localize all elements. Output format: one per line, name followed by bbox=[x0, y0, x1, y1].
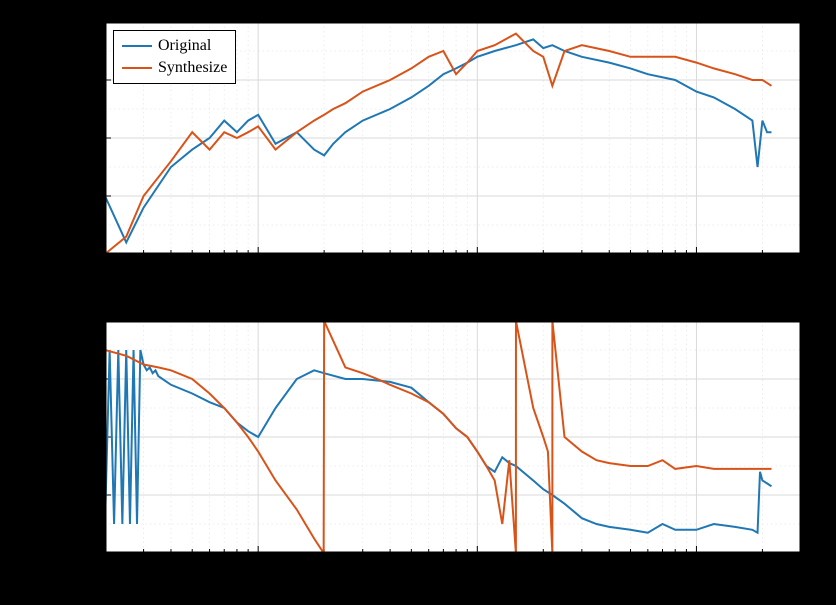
ytick-label: 0 bbox=[92, 429, 106, 446]
legend-item-original: Original bbox=[122, 35, 227, 57]
grid-major bbox=[105, 321, 801, 553]
ytick-label: -30 bbox=[79, 246, 105, 263]
ylabel-phase: Phase [rad] bbox=[65, 386, 85, 506]
series-original bbox=[105, 350, 771, 533]
legend-item-synthesize: Synthesize bbox=[122, 57, 227, 79]
ylabel-magnitude: Magnitude [dB] bbox=[65, 88, 85, 208]
xlabel-top: Frequency [Hz] bbox=[380, 277, 487, 297]
legend-line-icon bbox=[122, 67, 152, 69]
xtick-label: 102 bbox=[248, 553, 269, 579]
ytick-label: 2 bbox=[92, 371, 106, 388]
legend-label: Synthesize bbox=[158, 59, 227, 77]
xtick-label: 102 bbox=[248, 254, 269, 280]
phase-chart: 102103104-4-2024 bbox=[105, 321, 801, 553]
legend-label: Original bbox=[158, 37, 211, 55]
phase-plot-svg bbox=[105, 321, 801, 553]
ytick-label: -4 bbox=[87, 545, 106, 562]
ytick-label: 4 bbox=[92, 313, 106, 330]
magnitude-chart: Original Synthesize 102103104-30-20-1001… bbox=[105, 22, 801, 254]
xtick-label: 104 bbox=[686, 254, 707, 280]
legend: Original Synthesize bbox=[113, 30, 236, 84]
xlabel-bottom: Frequency [Hz] bbox=[380, 576, 487, 596]
ytick-label: -2 bbox=[87, 487, 106, 504]
xtick-label: 104 bbox=[686, 553, 707, 579]
legend-line-icon bbox=[122, 45, 152, 47]
ytick-label: 0 bbox=[92, 72, 106, 89]
ytick-label: 10 bbox=[84, 14, 105, 31]
